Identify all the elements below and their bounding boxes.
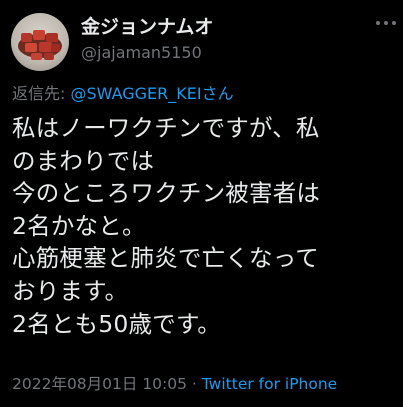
- reply-prefix: 返信先:: [12, 84, 71, 103]
- meta-separator: ·: [187, 375, 202, 393]
- tweet-source-link[interactable]: Twitter for iPhone: [202, 375, 337, 393]
- tweet-meta: 2022年08月01日 10:05 · Twitter for iPhone: [12, 372, 337, 394]
- more-horizontal-icon[interactable]: [376, 18, 396, 28]
- more-dot: [392, 21, 396, 25]
- avatar[interactable]: [11, 13, 69, 71]
- tweet-text-line: 2名とも50歳です。: [12, 309, 222, 338]
- user-handle[interactable]: @jajaman5150: [81, 43, 202, 62]
- tweet-text-line: 2名かなと。: [12, 211, 146, 240]
- tweet-text-line: 今のところワクチン被害者は: [12, 179, 321, 208]
- more-dot: [384, 21, 388, 25]
- reply-mention-link[interactable]: @SWAGGER_KEIさん: [70, 84, 233, 103]
- tweet-text-line: のまわりでは: [12, 146, 155, 175]
- more-dot: [376, 21, 380, 25]
- tweet-text: 私はノーワクチンですが、私 のまわりでは 今のところワクチン被害者は 2名かなと…: [12, 112, 402, 340]
- reply-context: 返信先: @SWAGGER_KEIさん: [12, 80, 234, 104]
- tweet-text-line: 心筋梗塞と肺炎で亡くなって: [12, 244, 319, 273]
- tweet-timestamp[interactable]: 2022年08月01日 10:05: [12, 375, 187, 393]
- tweet: 金ジョンナムオ @jajaman5150 返信先: @SWAGGER_KEIさん…: [0, 0, 403, 407]
- avatar-photo: [18, 30, 62, 60]
- tweet-text-line: 私はノーワクチンですが、私: [12, 114, 320, 142]
- tweet-text-line: おります。: [12, 276, 129, 305]
- display-name[interactable]: 金ジョンナムオ: [81, 12, 213, 39]
